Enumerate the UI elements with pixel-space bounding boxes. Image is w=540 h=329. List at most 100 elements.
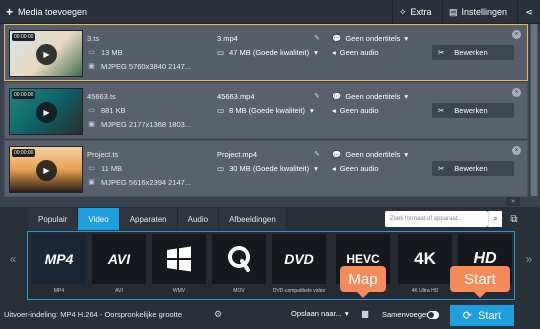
format-caption: 4K Ultra HD xyxy=(411,287,439,294)
tab-images[interactable]: Afbeeldingen xyxy=(219,208,287,230)
subtitles-dropdown[interactable]: Geen ondertitels xyxy=(345,34,400,43)
video-thumbnail[interactable]: 00:00:00 ▶ xyxy=(9,88,83,135)
scissors-icon: ✂ xyxy=(438,48,445,57)
chevron-down-icon[interactable]: ▾ xyxy=(404,150,408,159)
file-icon: ▭ xyxy=(88,48,95,56)
audio-dropdown[interactable]: Geen audio xyxy=(340,164,379,173)
output-size[interactable]: 30 MB (Goede kwaliteit) xyxy=(229,164,309,173)
file-icon: ▭ xyxy=(88,106,95,114)
format-mp4[interactable]: MP4 MP4 xyxy=(32,234,86,297)
audio-dropdown[interactable]: Geen audio xyxy=(340,106,379,115)
subtitles-dropdown[interactable]: Geen ondertitels xyxy=(345,92,400,101)
share-icon: ⋖ xyxy=(525,6,533,17)
duration-badge: 00:00:00 xyxy=(12,91,36,99)
share-button[interactable]: ⋖ xyxy=(517,0,540,24)
chevron-down-icon[interactable]: ▾ xyxy=(314,164,318,173)
output-filename[interactable]: 3.mp4 xyxy=(217,34,309,43)
scissors-icon: ✂ xyxy=(438,164,445,173)
chevron-down-icon[interactable]: ▾ xyxy=(404,34,408,43)
subtitle-audio: 💬 Geen ondertitels ▾ ◂ Geen audio xyxy=(332,31,408,59)
folder-icon[interactable]: ▆ xyxy=(362,309,368,318)
close-icon[interactable]: × xyxy=(512,30,521,39)
output-size[interactable]: 47 MB (Goede kwaliteit) xyxy=(229,48,309,57)
windows-logo-icon xyxy=(152,234,206,284)
4k-logo-icon: 4K xyxy=(398,234,452,284)
source-codec: MJPEG 5616x2394 2147... xyxy=(101,177,192,187)
file-item[interactable]: 00:00:00 ▶ 3.ts ▭ 13 MB ▣ MJPEG 5760x3840 … xyxy=(4,24,528,81)
gear-icon[interactable]: ⚙ xyxy=(214,309,222,320)
subtitles-dropdown[interactable]: Geen ondertitels xyxy=(345,150,400,159)
output-filename[interactable]: 45663.mp4 xyxy=(217,92,309,101)
start-button[interactable]: ⟳ Start xyxy=(450,305,514,326)
format-dvd[interactable]: DVD DVD-compatibele video xyxy=(272,234,326,297)
video-thumbnail[interactable]: 00:00:00 ▶ xyxy=(9,146,83,193)
collapse-panel-icon[interactable]: » xyxy=(506,197,520,206)
file-icon: ▭ xyxy=(217,105,225,115)
scroll-left-icon[interactable]: « xyxy=(6,248,20,270)
source-size: 881 KB xyxy=(101,105,126,115)
extra-button[interactable]: ✧ Extra xyxy=(392,0,442,24)
add-media-label: Media toevoegen xyxy=(18,7,88,17)
edit-label: Bewerken xyxy=(454,48,488,57)
merge-toggle[interactable] xyxy=(427,311,439,319)
device-detect-icon[interactable]: ⧉ xyxy=(507,211,521,227)
duration-badge: 00:00:00 xyxy=(12,33,36,41)
play-icon[interactable]: ▶ xyxy=(36,160,57,181)
tab-devices[interactable]: Apparaten xyxy=(119,208,178,230)
file-icon: ▭ xyxy=(217,163,225,173)
chevron-down-icon[interactable]: ▾ xyxy=(404,92,408,101)
tab-video[interactable]: Video xyxy=(78,208,120,230)
merge-label: Samenvoegen xyxy=(382,310,431,319)
search-input[interactable]: Zoek formaat of apparaat... xyxy=(385,211,488,227)
format-tabs: Populair Video Apparaten Audio Afbeeldin… xyxy=(28,208,287,230)
pencil-icon[interactable]: ✎ xyxy=(314,92,320,100)
scrollbar-thumb[interactable] xyxy=(531,24,537,196)
edit-button[interactable]: ✂ Bewerken xyxy=(432,103,514,118)
format-caption: AVI xyxy=(115,287,123,294)
edit-button[interactable]: ✂ Bewerken xyxy=(432,161,514,176)
chevron-down-icon[interactable]: ▾ xyxy=(310,106,314,115)
source-size: 11 MB xyxy=(101,163,123,173)
format-caption: DVD-compatibele video xyxy=(272,287,326,294)
pencil-icon[interactable]: ✎ xyxy=(314,150,320,158)
close-icon[interactable]: × xyxy=(512,146,521,155)
format-mov[interactable]: MOV xyxy=(212,234,266,297)
chevron-down-icon[interactable]: ▾ xyxy=(314,48,318,57)
close-icon[interactable]: × xyxy=(512,88,521,97)
edit-button[interactable]: ✂ Bewerken xyxy=(432,45,514,60)
video-thumbnail[interactable]: 00:00:00 ▶ xyxy=(9,30,83,77)
source-filename: Project.ts xyxy=(87,149,119,159)
output-size[interactable]: 8 MB (Goede kwaliteit) xyxy=(229,106,305,115)
format-caption: MOV xyxy=(233,287,245,294)
output-info: Project.mp4 ✎ ▭ 30 MB (Goede kwaliteit) ▾ xyxy=(217,147,320,175)
tab-popular[interactable]: Populair xyxy=(28,208,79,230)
pencil-icon[interactable]: ✎ xyxy=(314,34,320,42)
format-wmv[interactable]: WMV xyxy=(152,234,206,297)
file-icon: ▭ xyxy=(88,164,95,172)
chevron-down-icon: ▾ xyxy=(344,309,349,318)
audio-dropdown[interactable]: Geen audio xyxy=(340,48,379,57)
format-caption: MP4 xyxy=(53,287,65,294)
file-list-scrollbar[interactable] xyxy=(530,24,538,196)
format-4k[interactable]: 4K 4K Ultra HD xyxy=(398,234,452,297)
file-item[interactable]: 00:00:00 ▶ 45663.ts ▭ 881 KB ▣ MJPEG 2177x… xyxy=(4,82,528,139)
settings-button[interactable]: ▤ Instellingen xyxy=(442,0,517,24)
film-icon: ▣ xyxy=(88,178,95,186)
output-format-label: Uitvoer-indeling: MP4 H.264 - Oorspronke… xyxy=(4,310,182,319)
source-filename: 45663.ts xyxy=(87,91,116,101)
add-media-button[interactable]: + Media toevoegen xyxy=(0,0,100,24)
top-toolbar: + Media toevoegen ✧ Extra ▤ Instellingen… xyxy=(0,0,540,24)
search-icon[interactable]: ⌕ xyxy=(488,211,502,227)
play-icon[interactable]: ▶ xyxy=(36,102,57,123)
output-filename[interactable]: Project.mp4 xyxy=(217,150,309,159)
mp4-logo-icon: MP4 xyxy=(32,234,86,284)
save-to-dropdown[interactable]: Opslaan naar... ▾ xyxy=(291,309,349,318)
plus-icon: + xyxy=(6,5,14,19)
edit-label: Bewerken xyxy=(454,164,488,173)
callout-start: Start xyxy=(450,266,510,298)
scroll-right-icon[interactable]: » xyxy=(522,248,536,270)
play-icon[interactable]: ▶ xyxy=(36,44,57,65)
format-avi[interactable]: AVI AVI xyxy=(92,234,146,297)
file-item[interactable]: 00:00:00 ▶ Project.ts ▭ 11 MB ▣ MJPEG 5616… xyxy=(4,140,528,197)
tab-audio[interactable]: Audio xyxy=(177,208,220,230)
